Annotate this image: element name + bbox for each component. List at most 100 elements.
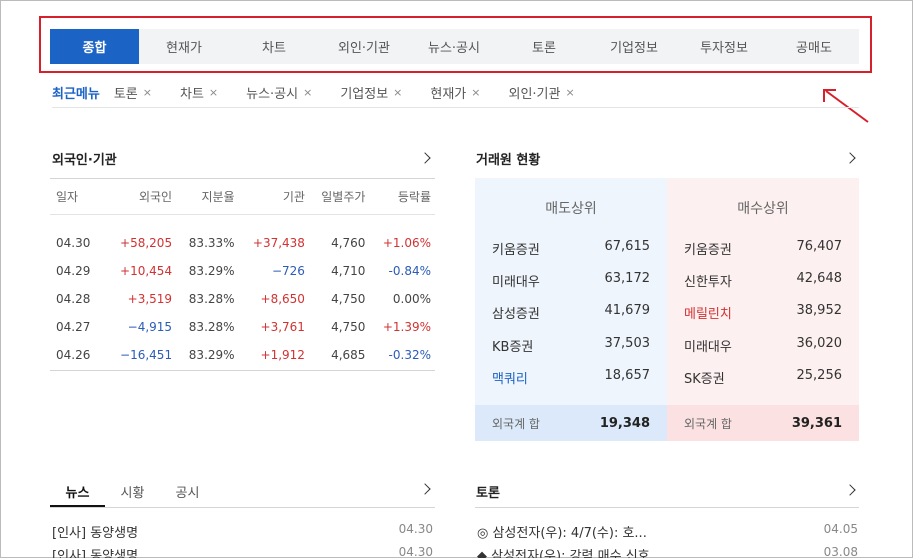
broker-name: 맥쿼리 bbox=[492, 372, 528, 387]
table-row: 04.29 +10,454 83.29% −726 4,710 -0.84% bbox=[50, 257, 435, 285]
buy-foreign-total: 외국계 합 39,361 bbox=[667, 405, 859, 441]
sell-broker-row[interactable]: 키움증권 67,615 bbox=[492, 239, 650, 258]
recent-menu-item[interactable]: 기업정보 × bbox=[340, 83, 402, 102]
column-header: 등락률 bbox=[369, 178, 435, 215]
buy-broker-row[interactable]: 메릴린치 38,952 bbox=[684, 303, 842, 322]
cell-foreign: +10,454 bbox=[120, 263, 173, 278]
discussion-title[interactable]: ◎ 삼성전자(우): 4/7(수): 호... bbox=[477, 522, 647, 541]
sell-total-value: 19,348 bbox=[599, 415, 650, 431]
broker-volume: 41,679 bbox=[604, 303, 651, 318]
sell-broker-row[interactable]: KB증권 37,503 bbox=[492, 336, 650, 355]
cell-ratio: 83.28% bbox=[188, 319, 235, 334]
table-row: 04.26 −16,451 83.29% +1,912 4,685 -0.32% bbox=[50, 340, 435, 371]
table-row: 04.28 +3,519 83.28% +8,650 4,750 0.00% bbox=[50, 285, 435, 313]
close-icon[interactable]: × bbox=[471, 86, 480, 99]
cell-ratio: 83.28% bbox=[188, 291, 235, 306]
broker-volume: 67,615 bbox=[604, 239, 651, 254]
sell-broker-row[interactable]: 미래대우 63,172 bbox=[492, 271, 650, 290]
cell-change: -0.32% bbox=[369, 340, 435, 371]
broker-panel: 매도상위 외국계 합 19,348 키움증권 67,615 미래대우 63,172 삼성… bbox=[475, 178, 859, 441]
cell-date: 04.29 bbox=[56, 263, 91, 278]
buy-top-header: 매수상위 bbox=[737, 201, 789, 217]
news-title[interactable]: [인사] 동양생명 bbox=[52, 522, 138, 541]
news-tab-2[interactable]: 공시 bbox=[160, 476, 215, 507]
buy-broker-row[interactable]: 신한투자 42,648 bbox=[684, 271, 842, 290]
foreign-institution-title: 외국인·기관 bbox=[52, 153, 117, 168]
cell-price: 4,760 bbox=[331, 235, 366, 250]
close-icon[interactable]: × bbox=[209, 86, 218, 99]
news-list-item[interactable]: [인사] 동양생명 04.30 bbox=[52, 522, 433, 541]
broker-name: 미래대우 bbox=[684, 340, 732, 355]
buy-total-label: 외국계 합 bbox=[684, 416, 732, 431]
tab-6[interactable]: 기업정보 bbox=[589, 29, 679, 64]
sell-broker-row[interactable]: 삼성증권 41,679 bbox=[492, 303, 650, 322]
discussion-title[interactable]: ◆ 삼성전자(우): 강력 매수 신호 bbox=[477, 545, 650, 558]
tab-1[interactable]: 현재가 bbox=[139, 29, 229, 64]
cell-inst: +1,912 bbox=[238, 340, 309, 371]
recent-menu-item[interactable]: 외인·기관 × bbox=[509, 83, 575, 102]
news-title[interactable]: [인사] 동양생명 bbox=[52, 545, 138, 558]
broker-volume: 63,172 bbox=[604, 271, 651, 286]
broker-volume: 36,020 bbox=[796, 336, 843, 351]
column-header: 일별주가 bbox=[308, 178, 370, 215]
close-icon[interactable]: × bbox=[143, 86, 152, 99]
close-icon[interactable]: × bbox=[565, 86, 574, 99]
discussion-list-item[interactable]: ◆ 삼성전자(우): 강력 매수 신호 03.08 bbox=[477, 545, 858, 558]
discussion-date: 04.05 bbox=[823, 522, 858, 536]
cell-inst: +8,650 bbox=[260, 291, 305, 306]
table-row: 04.27 −4,915 83.28% +3,761 4,750 +1.39% bbox=[50, 313, 435, 341]
tab-4[interactable]: 뉴스·공시 bbox=[409, 29, 499, 64]
sell-top-header: 매도상위 bbox=[545, 201, 597, 217]
recent-menu-item-label: 외인·기관 bbox=[508, 87, 561, 102]
cell-ratio: 83.29% bbox=[188, 263, 235, 278]
discussion-list-item[interactable]: ◎ 삼성전자(우): 4/7(수): 호... 04.05 bbox=[477, 522, 858, 541]
recent-menu-item-label: 차트 bbox=[179, 87, 204, 102]
broker-name: KB증권 bbox=[492, 340, 534, 355]
discussion-divider bbox=[475, 507, 859, 508]
column-header: 기관 bbox=[238, 178, 309, 215]
buy-broker-row[interactable]: 키움증권 76,407 bbox=[684, 239, 842, 258]
cell-change: +1.39% bbox=[382, 319, 431, 334]
close-icon[interactable]: × bbox=[303, 86, 312, 99]
cell-foreign: −4,915 bbox=[127, 319, 173, 334]
recent-menu-item-label: 뉴스·공시 bbox=[246, 87, 299, 102]
buy-broker-row[interactable]: 미래대우 36,020 bbox=[684, 336, 842, 355]
buy-broker-row[interactable]: SK증권 25,256 bbox=[684, 368, 842, 387]
column-header: 일자 bbox=[50, 178, 106, 215]
tab-3[interactable]: 외인·기관 bbox=[319, 29, 409, 64]
cell-date: 04.27 bbox=[56, 319, 91, 334]
close-icon[interactable]: × bbox=[393, 86, 402, 99]
broker-volume: 25,256 bbox=[796, 368, 843, 383]
column-header: 지분율 bbox=[176, 178, 239, 215]
sell-broker-row[interactable]: 맥쿼리 18,657 bbox=[492, 368, 650, 387]
news-tab-bar: 뉴스 시황 공시 bbox=[50, 476, 435, 508]
broker-status-title: 거래원 현황 bbox=[476, 153, 541, 168]
news-tab-0[interactable]: 뉴스 bbox=[50, 476, 105, 507]
broker-name: 메릴린치 bbox=[684, 307, 732, 322]
recent-menu-item[interactable]: 토론 × bbox=[114, 83, 152, 102]
tab-2[interactable]: 차트 bbox=[229, 29, 319, 64]
cell-ratio: 83.29% bbox=[176, 340, 239, 371]
cell-foreign: +58,205 bbox=[120, 235, 173, 250]
tab-8[interactable]: 공매도 bbox=[769, 29, 859, 64]
broker-name: 키움증권 bbox=[492, 243, 540, 258]
news-date: 04.30 bbox=[398, 522, 433, 536]
recent-menu-bar: 최근메뉴 토론 × 차트 × 뉴스·공시 × 기업정보 × 현재가 × 외인·기관 × bbox=[52, 78, 859, 108]
broker-volume: 37,503 bbox=[604, 336, 651, 351]
tab-7[interactable]: 투자정보 bbox=[679, 29, 769, 64]
broker-name: 신한투자 bbox=[684, 275, 732, 290]
tab-5[interactable]: 토론 bbox=[499, 29, 589, 64]
cell-date: 04.28 bbox=[56, 291, 91, 306]
recent-menu-item[interactable]: 현재가 × bbox=[430, 83, 480, 102]
column-header: 외국인 bbox=[105, 178, 177, 215]
broker-name: 삼성증권 bbox=[492, 307, 540, 322]
tab-0[interactable]: 종합 bbox=[50, 29, 139, 64]
news-list-item[interactable]: [인사] 동양생명 04.30 bbox=[52, 545, 433, 558]
foreign-institution-table: 일자 외국인 지분율 기관 일별주가 등락률 04.30 +58,205 83.33% +37,… bbox=[50, 178, 435, 371]
news-tab-1[interactable]: 시황 bbox=[105, 476, 160, 507]
recent-menu-item[interactable]: 뉴스·공시 × bbox=[246, 83, 312, 102]
table-spacer bbox=[50, 215, 435, 229]
broker-volume: 18,657 bbox=[604, 368, 651, 383]
recent-menu-item[interactable]: 차트 × bbox=[180, 83, 218, 102]
sell-top-column: 매도상위 외국계 합 19,348 키움증권 67,615 미래대우 63,172 삼성… bbox=[475, 178, 667, 441]
